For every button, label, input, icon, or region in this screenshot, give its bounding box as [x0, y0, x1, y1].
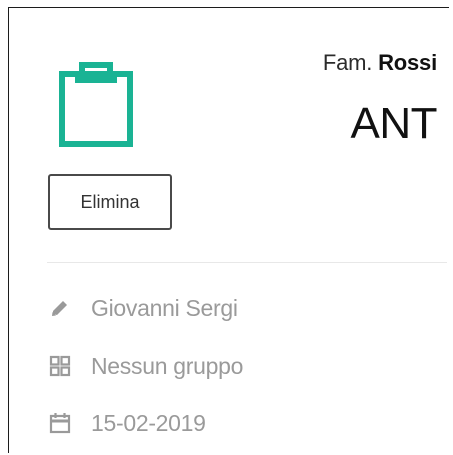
author-name: Giovanni Sergi [91, 294, 238, 321]
divider [47, 262, 447, 263]
group-row: Nessun gruppo [47, 352, 243, 380]
date-row: 15-02-2019 [47, 409, 206, 437]
group-name: Nessun gruppo [91, 352, 244, 379]
family-surname: Rossi [378, 50, 437, 75]
author-row: Giovanni Sergi [47, 294, 238, 322]
pencil-icon [47, 295, 73, 321]
record-card: Fam. Rossi ANT Elimina Giovanni Sergi Ne… [8, 7, 449, 453]
record-code: ANT [350, 99, 438, 148]
calendar-icon [47, 410, 73, 436]
date-value: 15-02-2019 [91, 409, 206, 436]
family-name: Fam. Rossi [323, 50, 437, 76]
delete-button[interactable]: Elimina [48, 174, 172, 230]
clipboard-icon [55, 60, 137, 148]
family-prefix: Fam. [322, 50, 373, 75]
grid-icon [47, 353, 73, 379]
